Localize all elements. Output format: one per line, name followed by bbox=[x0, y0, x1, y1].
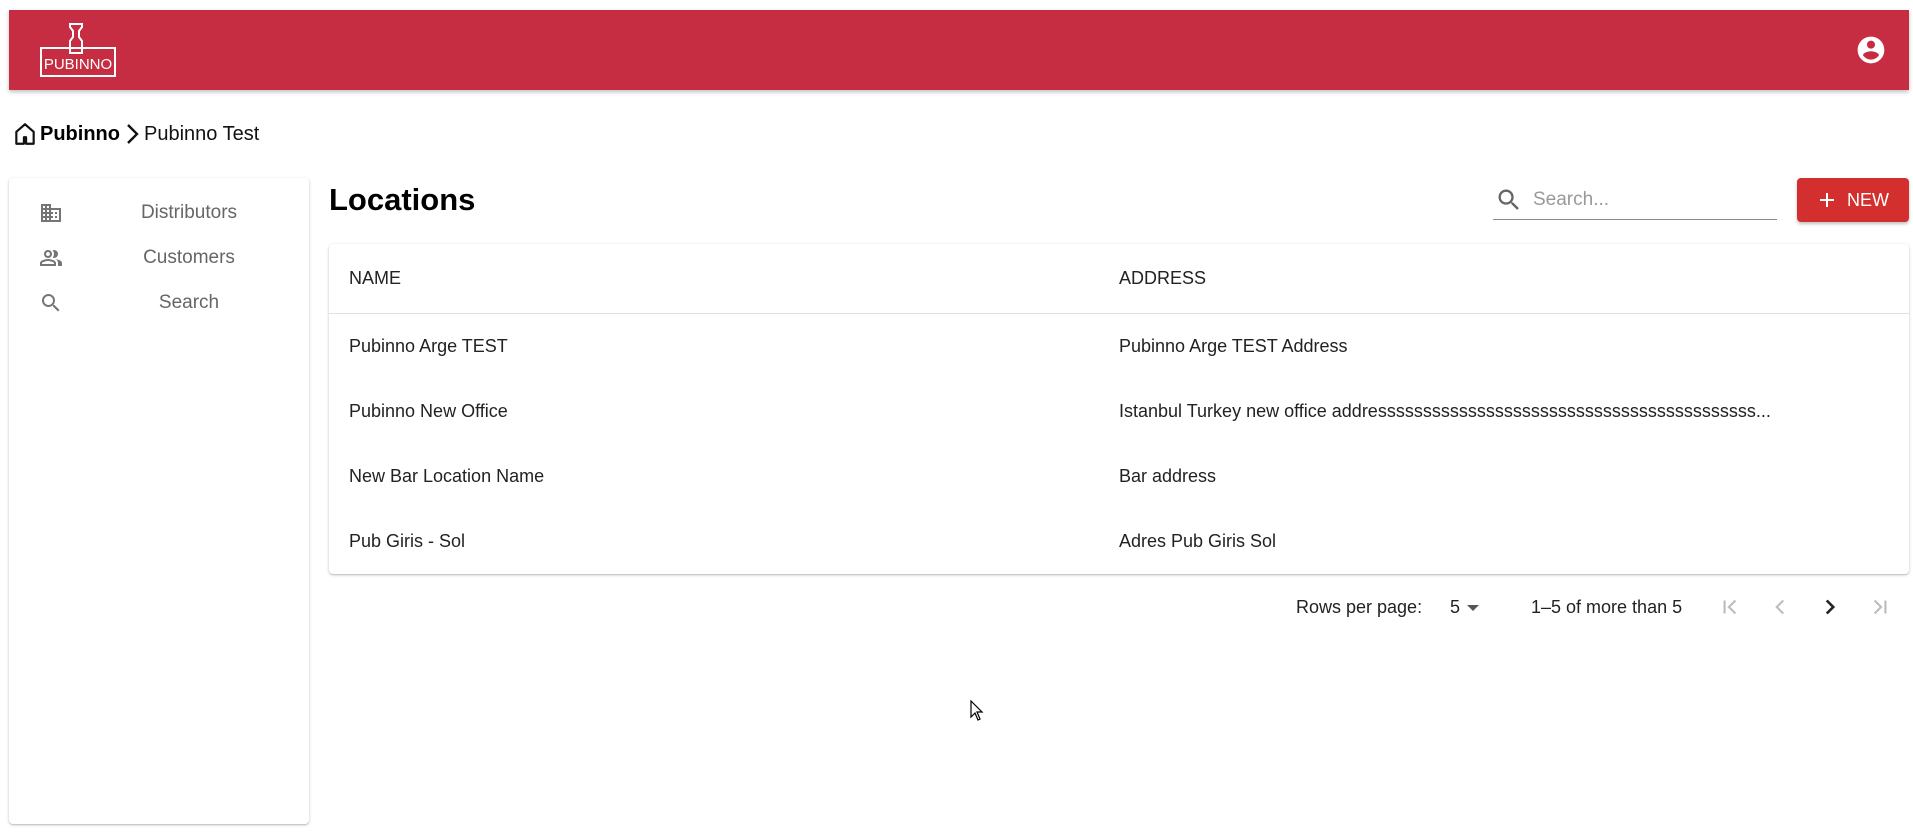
table-row[interactable]: New Bar Location Name Bar address bbox=[329, 444, 1909, 509]
search-icon bbox=[42, 294, 60, 312]
cell-address: Pubinno Arge TEST Address bbox=[1119, 336, 1348, 356]
chevron-right-icon bbox=[127, 124, 139, 144]
breadcrumb-current: Pubinno Test bbox=[143, 122, 260, 145]
table-header: NAME ADDRESS bbox=[329, 244, 1909, 314]
search-field[interactable] bbox=[1493, 180, 1777, 220]
table-row[interactable]: Pub Giris - Sol Adres Pub Giris Sol bbox=[329, 509, 1909, 574]
previous-page-icon[interactable] bbox=[1767, 594, 1793, 620]
sidebar-item-distributors[interactable]: Distributors bbox=[9, 190, 309, 235]
cell-address: Istanbul Turkey new office addressssssss… bbox=[1119, 401, 1771, 421]
rows-per-page-value: 5 bbox=[1450, 597, 1461, 617]
sidebar: Distributors Customers Search bbox=[9, 178, 309, 824]
new-button-label: NEW bbox=[1847, 189, 1889, 210]
search-icon bbox=[1498, 189, 1519, 210]
last-page-icon[interactable] bbox=[1867, 594, 1893, 620]
account-circle-icon[interactable] bbox=[1855, 34, 1887, 66]
search-input[interactable] bbox=[1533, 188, 1763, 211]
column-header-name[interactable]: NAME bbox=[329, 268, 1119, 289]
pagination-range: 1–5 of more than 5 bbox=[1531, 597, 1683, 617]
table-row[interactable]: Pubinno New Office Istanbul Turkey new o… bbox=[329, 379, 1909, 444]
cell-name: Pubinno Arge TEST bbox=[349, 336, 508, 356]
rows-per-page-select[interactable]: 5 bbox=[1450, 597, 1480, 618]
sidebar-item-customers[interactable]: Customers bbox=[9, 235, 309, 280]
breadcrumb: Pubinno Pubinno Test bbox=[12, 120, 259, 148]
cell-name: Pubinno New Office bbox=[349, 401, 508, 421]
next-page-icon[interactable] bbox=[1817, 594, 1843, 620]
plus-icon bbox=[1820, 193, 1834, 207]
column-header-address[interactable]: ADDRESS bbox=[1119, 268, 1909, 289]
rows-per-page-label: Rows per page: bbox=[1296, 597, 1423, 617]
app-bar: PUBINNO bbox=[9, 10, 1909, 90]
new-location-button[interactable]: NEW bbox=[1797, 178, 1909, 222]
business-icon bbox=[41, 204, 61, 222]
locations-table: NAME ADDRESS Pubinno Arge TEST Pubinno A… bbox=[329, 244, 1909, 574]
cell-name: New Bar Location Name bbox=[349, 466, 545, 486]
sidebar-item-search[interactable]: Search bbox=[9, 280, 309, 325]
page-title: Locations bbox=[329, 182, 476, 217]
arrow-drop-down-icon bbox=[1467, 604, 1480, 611]
cell-name: Pub Giris - Sol bbox=[349, 531, 466, 551]
cell-address: Bar address bbox=[1119, 466, 1217, 486]
cell-address: Adres Pub Giris Sol bbox=[1119, 531, 1277, 551]
people-icon bbox=[40, 250, 62, 266]
breadcrumb-root[interactable]: Pubinno bbox=[40, 123, 120, 146]
table-pagination: Rows per page: 5 1–5 of more than 5 bbox=[329, 588, 1909, 624]
table-row[interactable]: Pubinno Arge TEST Pubinno Arge TEST Addr… bbox=[329, 314, 1909, 379]
first-page-icon[interactable] bbox=[1717, 594, 1743, 620]
home-icon[interactable] bbox=[12, 121, 38, 147]
mouse-cursor-icon bbox=[970, 700, 984, 721]
svg-text:PUBINNO: PUBINNO bbox=[44, 56, 112, 73]
pubinno-logo[interactable]: PUBINNO bbox=[39, 22, 117, 78]
